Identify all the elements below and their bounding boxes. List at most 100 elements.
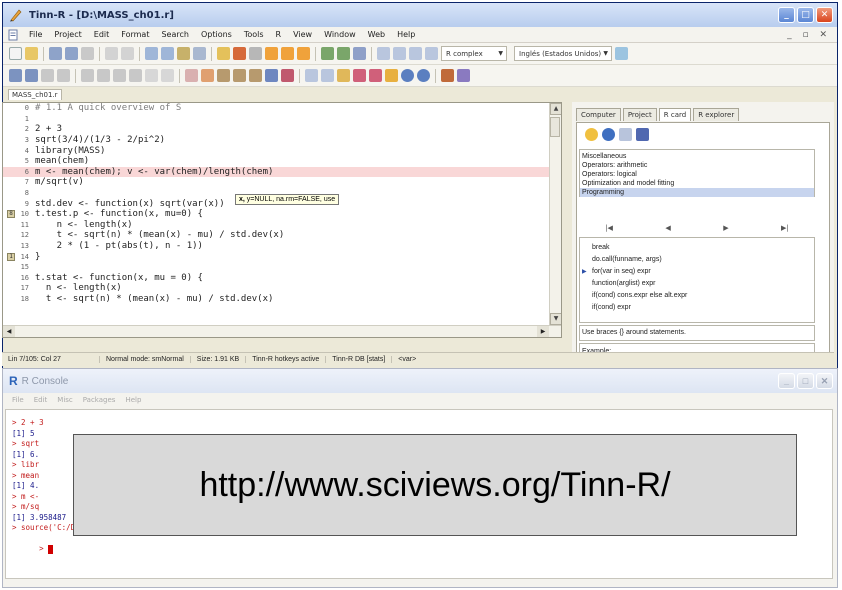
function-item[interactable]: function(arglist) expr xyxy=(580,278,814,290)
last-record-icon[interactable]: ▶| xyxy=(781,224,789,232)
ide-icon[interactable] xyxy=(369,69,382,82)
category-item[interactable]: Miscellaneous xyxy=(580,152,814,161)
run-block-icon[interactable] xyxy=(25,69,38,82)
code-line[interactable]: 15 xyxy=(3,262,561,273)
tab-project[interactable]: Project xyxy=(622,108,657,121)
code-line[interactable]: 17 n <- length(x) xyxy=(3,283,561,294)
tab-r-explorer[interactable]: R explorer xyxy=(693,108,740,121)
send-selection-icon[interactable] xyxy=(281,47,294,60)
scroll-right-icon[interactable]: ▶ xyxy=(537,326,549,337)
find-icon[interactable] xyxy=(145,47,158,60)
menu-help[interactable]: Help xyxy=(391,30,421,39)
bookmark-icon[interactable] xyxy=(193,47,206,60)
console-menu-file[interactable]: File xyxy=(7,396,29,404)
pencil-icon[interactable] xyxy=(636,127,649,141)
category-item[interactable]: Operators: logical xyxy=(580,170,814,179)
minimize-button[interactable]: _ xyxy=(778,7,795,23)
cut-icon[interactable] xyxy=(105,47,118,60)
code-line[interactable]: 16 t.stat <- function(x, mu = 0) { xyxy=(3,273,561,284)
code-line[interactable]: 18 t <- sqrt(n) * (mean(x) - mu) / std.d… xyxy=(3,294,561,305)
close-button[interactable]: ✕ xyxy=(816,7,833,23)
bold-icon[interactable] xyxy=(249,69,262,82)
chart-icon[interactable] xyxy=(321,69,334,82)
code-line[interactable]: 13 2 * (1 - pt(abs(t), n - 1)) xyxy=(3,241,561,252)
code-line[interactable]: 7 m/sqrt(v) xyxy=(3,177,561,188)
arrow-right-icon[interactable] xyxy=(161,69,174,82)
text-icon[interactable] xyxy=(233,69,246,82)
arrow-left-icon[interactable] xyxy=(145,69,158,82)
code-line[interactable]: 4 library(MASS) xyxy=(3,145,561,156)
print-icon[interactable] xyxy=(81,47,94,60)
clear-icon[interactable] xyxy=(185,69,198,82)
menu-project[interactable]: Project xyxy=(48,30,87,39)
copy-icon[interactable] xyxy=(619,127,632,141)
bulb-icon[interactable] xyxy=(585,127,598,141)
r-logo-icon[interactable] xyxy=(441,69,454,82)
console-maximize-button[interactable]: □ xyxy=(797,373,814,389)
grid-icon[interactable] xyxy=(337,69,350,82)
menu-format[interactable]: Format xyxy=(115,30,155,39)
code-line[interactable]: 2 2 + 3 xyxy=(3,124,561,135)
menu-tools[interactable]: Tools xyxy=(238,30,270,39)
uncomment-icon[interactable] xyxy=(57,69,70,82)
list-icon[interactable] xyxy=(249,47,262,60)
help-icon[interactable] xyxy=(602,127,615,141)
copy-icon[interactable] xyxy=(121,47,134,60)
menu-options[interactable]: Options xyxy=(195,30,238,39)
split-vertical-icon[interactable] xyxy=(393,47,406,60)
equals-icon[interactable] xyxy=(129,69,142,82)
replace-icon[interactable] xyxy=(161,47,174,60)
function-item[interactable]: ▶ for(var in seq) expr xyxy=(580,266,814,278)
help-icon[interactable] xyxy=(401,69,414,82)
info-icon[interactable] xyxy=(417,69,430,82)
fold-marker[interactable]: 8 xyxy=(7,210,15,219)
next-record-icon[interactable]: ▶ xyxy=(723,224,728,232)
console-menu-help[interactable]: Help xyxy=(120,396,146,404)
code-line[interactable]: 5 mean(chem) xyxy=(3,156,561,167)
send-line-icon[interactable] xyxy=(297,47,310,60)
console-menu-misc[interactable]: Misc xyxy=(52,396,77,404)
prev-record-icon[interactable]: ◀ xyxy=(665,224,670,232)
menu-r[interactable]: R xyxy=(270,30,288,39)
spellcheck-icon[interactable] xyxy=(615,47,628,60)
code-line[interactable]: 12 t <- sqrt(n) * (mean(x) - mu) / std.d… xyxy=(3,230,561,241)
function-item[interactable]: break xyxy=(580,242,814,254)
function-item[interactable]: do.call(funname, args) xyxy=(580,254,814,266)
menu-file[interactable]: File xyxy=(23,30,48,39)
category-item[interactable]: Optimization and model fitting xyxy=(580,179,814,188)
category-list[interactable]: Miscellaneous Operators: arithmetic Operat… xyxy=(579,149,815,197)
unindent-icon[interactable] xyxy=(97,69,110,82)
editor-horizontal-scrollbar[interactable]: ◀ ▶ xyxy=(3,325,561,337)
comment-icon[interactable] xyxy=(41,69,54,82)
code-line[interactable]: 11 n <- length(x) xyxy=(3,220,561,231)
code-editor[interactable]: 0 # 1.1 A quick overview of S122 + 3 3 sqrt… xyxy=(2,102,562,338)
indent-icon[interactable] xyxy=(81,69,94,82)
function-list[interactable]: break do.call(funname, args) ▶ for(var in s… xyxy=(579,237,815,323)
save-icon[interactable] xyxy=(49,47,62,60)
tab-computer[interactable]: Computer xyxy=(576,108,621,121)
minus-icon[interactable] xyxy=(113,69,126,82)
quotes-icon[interactable] xyxy=(217,69,230,82)
category-item[interactable]: Operators: arithmetic xyxy=(580,161,814,170)
palette-icon[interactable] xyxy=(201,69,214,82)
console-menu-edit[interactable]: Edit xyxy=(29,396,53,404)
save-all-icon[interactable] xyxy=(65,47,78,60)
code-line[interactable]: 6 m <- mean(chem); v <- var(chem)/length(… xyxy=(3,166,561,178)
scroll-left-icon[interactable]: ◀ xyxy=(3,326,15,337)
heart-icon[interactable] xyxy=(385,69,398,82)
console-icon[interactable] xyxy=(353,69,366,82)
menu-window[interactable]: Window xyxy=(318,30,362,39)
menu-edit[interactable]: Edit xyxy=(88,30,116,39)
function-item[interactable]: if(cond) expr xyxy=(580,302,814,314)
menu-web[interactable]: Web xyxy=(362,30,391,39)
package-icon[interactable] xyxy=(337,47,350,60)
console-close-button[interactable]: ✕ xyxy=(816,373,833,389)
console-minimize-button[interactable]: _ xyxy=(778,373,795,389)
code-line[interactable]: 1 14} xyxy=(3,251,561,262)
graphics-icon[interactable] xyxy=(321,47,334,60)
r-mode-select[interactable]: R complex ▼ xyxy=(441,46,507,61)
scroll-up-icon[interactable]: ▲ xyxy=(550,103,561,115)
code-line[interactable]: 3 sqrt(3/4)/(1/3 - 2/pi^2) xyxy=(3,135,561,146)
marker-icon[interactable] xyxy=(281,69,294,82)
code-line[interactable]: 1 xyxy=(3,114,561,125)
